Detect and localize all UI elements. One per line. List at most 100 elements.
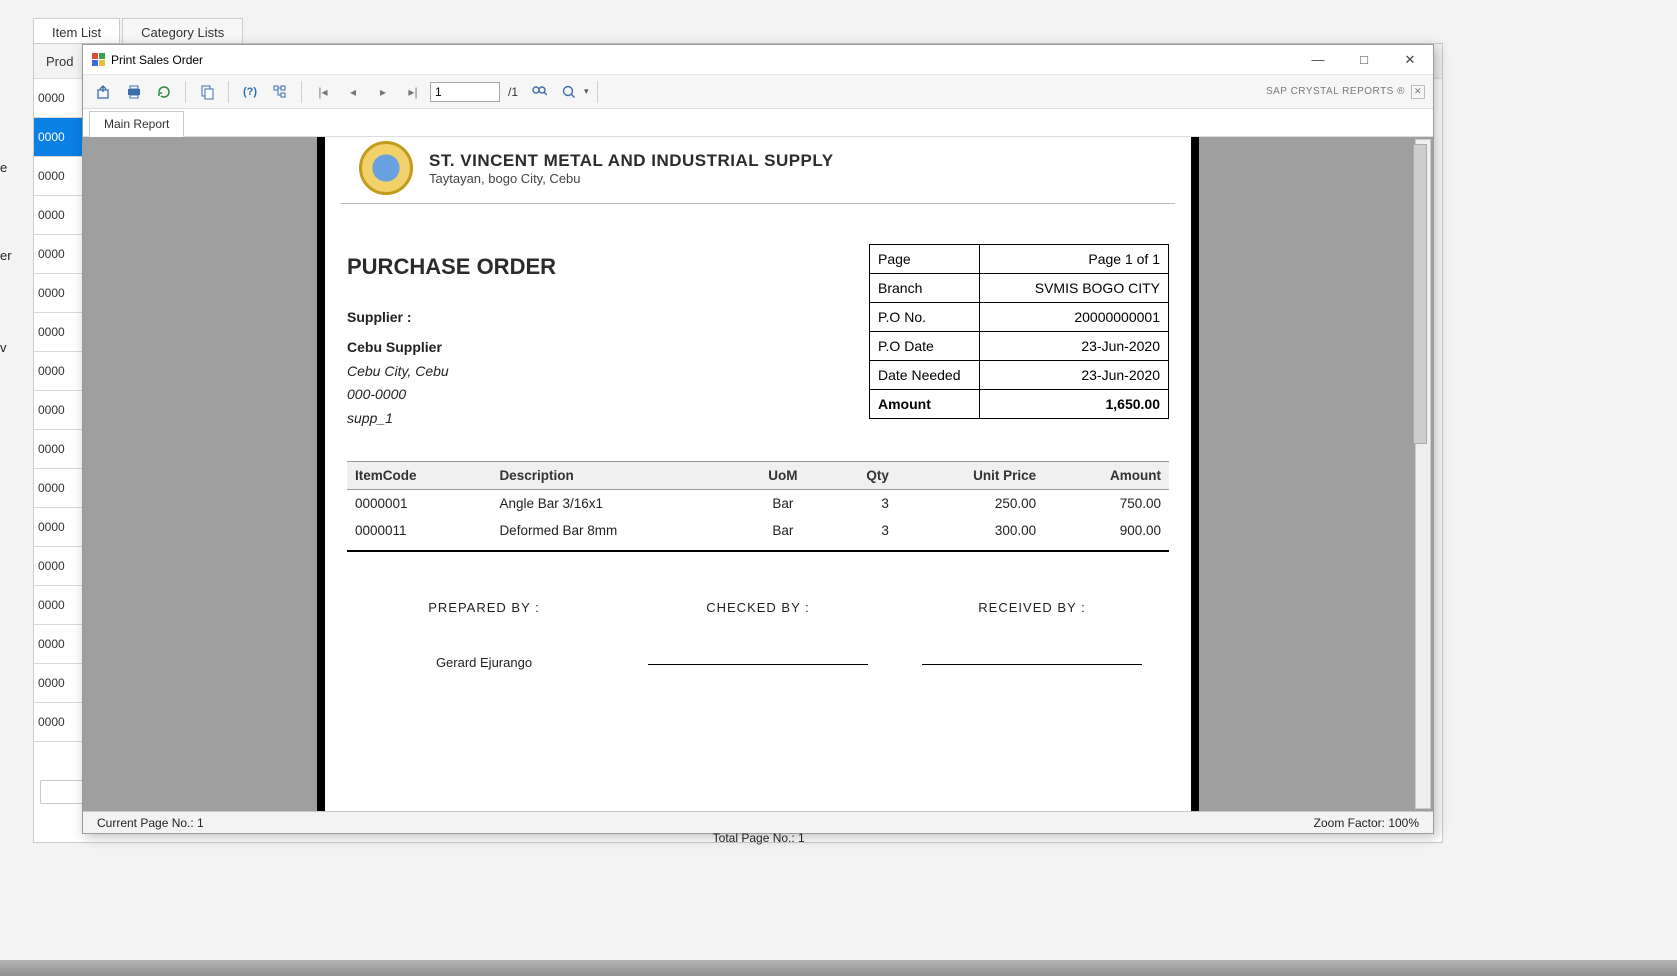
supplier-name: Cebu Supplier: [347, 336, 556, 360]
bg-grid-cell[interactable]: 0000: [34, 625, 84, 664]
bg-grid-cell[interactable]: 0000: [34, 391, 84, 430]
next-page-icon[interactable]: ▸: [370, 80, 396, 104]
item-cell: 3: [825, 517, 897, 544]
po-info-value: 23-Jun-2020: [980, 361, 1168, 389]
print-icon[interactable]: [121, 80, 147, 104]
company-name: ST. VINCENT METAL AND INDUSTRIAL SUPPLY: [429, 151, 834, 171]
vertical-scrollbar[interactable]: [1415, 139, 1431, 809]
bg-grid-cell[interactable]: 0000: [34, 547, 84, 586]
zoom-dropdown-icon[interactable]: ▾: [584, 86, 589, 97]
zoom-icon[interactable]: [556, 80, 582, 104]
item-cell: 0000001: [347, 489, 491, 517]
po-info-value: 1,650.00: [980, 390, 1168, 418]
copy-icon[interactable]: [194, 80, 220, 104]
prepared-by-name: Gerard Ejurango: [374, 655, 594, 670]
po-info-row: P.O Date23-Jun-2020: [870, 332, 1168, 361]
bg-grid-cell[interactable]: 0000: [34, 196, 84, 235]
bg-grid-cell[interactable]: 0000: [34, 430, 84, 469]
bg-grid-cell[interactable]: 0000: [34, 274, 84, 313]
status-bar: Current Page No.: 1 Total Page No.: 1 Zo…: [83, 811, 1433, 833]
received-by-line: [922, 629, 1142, 665]
checked-by-line: [648, 629, 868, 665]
item-cell: Bar: [741, 517, 825, 544]
po-info-key: P.O No.: [870, 303, 980, 331]
received-by-label: RECEIVED BY :: [922, 600, 1142, 615]
bg-grid-cell[interactable]: 0000: [34, 235, 84, 274]
bg-grid-cell[interactable]: 0000: [34, 469, 84, 508]
status-total-page: Total Page No.: 1: [699, 831, 819, 845]
item-cell: Deformed Bar 8mm: [491, 517, 740, 544]
po-info-row: Amount1,650.00: [870, 390, 1168, 418]
items-table: ItemCode Description UoM Qty Unit Price …: [347, 461, 1169, 544]
bg-grid-cell[interactable]: 0000: [34, 313, 84, 352]
col-unitprice: Unit Price: [897, 461, 1044, 489]
minimize-button[interactable]: —: [1295, 45, 1341, 75]
po-info-value: SVMIS BOGO CITY: [980, 274, 1168, 302]
item-cell: 3: [825, 489, 897, 517]
supplier-label: Supplier :: [347, 306, 556, 330]
col-amount: Amount: [1044, 461, 1169, 489]
report-viewer: ST. VINCENT METAL AND INDUSTRIAL SUPPLY …: [83, 137, 1433, 811]
item-cell: 900.00: [1044, 517, 1169, 544]
report-title: PURCHASE ORDER: [347, 254, 556, 280]
bg-fragment: er: [0, 248, 20, 263]
prev-page-icon[interactable]: ◂: [340, 80, 366, 104]
col-qty: Qty: [825, 461, 897, 489]
bg-fragment: e: [0, 160, 20, 175]
bg-grid-cell[interactable]: 0000: [34, 157, 84, 196]
po-info-key: Branch: [870, 274, 980, 302]
company-address: Taytayan, bogo City, Cebu: [429, 171, 834, 186]
item-row: 0000001Angle Bar 3/16x1Bar3250.00750.00: [347, 489, 1169, 517]
col-uom: UoM: [741, 461, 825, 489]
supplier-phone: 000-0000: [347, 383, 556, 407]
item-cell: 300.00: [897, 517, 1044, 544]
bg-tab-item-list[interactable]: Item List: [33, 18, 120, 46]
find-icon[interactable]: [526, 80, 552, 104]
export-icon[interactable]: [91, 80, 117, 104]
po-info-value: 20000000001: [980, 303, 1168, 331]
bg-grid-cell[interactable]: 0000: [34, 664, 84, 703]
po-info-key: P.O Date: [870, 332, 980, 360]
desktop-taskbar-fragment: [0, 960, 1677, 976]
po-info-key: Date Needed: [870, 361, 980, 389]
maximize-button[interactable]: □: [1341, 45, 1387, 75]
refresh-icon[interactable]: [151, 80, 177, 104]
app-icon: [91, 53, 105, 67]
page-number-input[interactable]: [430, 82, 500, 102]
checked-by-label: CHECKED BY :: [648, 600, 868, 615]
item-cell: 0000011: [347, 517, 491, 544]
tab-main-report[interactable]: Main Report: [89, 111, 184, 137]
status-zoom: Zoom Factor: 100%: [1300, 816, 1433, 830]
po-info-row: P.O No.20000000001: [870, 303, 1168, 332]
po-info-key: Page: [870, 245, 980, 273]
po-info-value: 23-Jun-2020: [980, 332, 1168, 360]
po-info-key: Amount: [870, 390, 980, 418]
report-page: ST. VINCENT METAL AND INDUSTRIAL SUPPLY …: [317, 137, 1199, 811]
item-cell: Angle Bar 3/16x1: [491, 489, 740, 517]
po-info-row: PagePage 1 of 1: [870, 245, 1168, 274]
params-icon[interactable]: (?): [237, 80, 263, 104]
panel-close-icon[interactable]: ✕: [1411, 85, 1425, 99]
bg-grid-cell[interactable]: 0000: [34, 703, 84, 742]
bg-grid-cell[interactable]: 0000: [34, 586, 84, 625]
item-cell: 250.00: [897, 489, 1044, 517]
bg-grid-cell[interactable]: 0000: [34, 118, 84, 157]
titlebar: Print Sales Order — □ ✕: [83, 45, 1433, 75]
first-page-icon[interactable]: |◂: [310, 80, 336, 104]
close-button[interactable]: ✕: [1387, 45, 1433, 75]
bg-grid-cell[interactable]: 0000: [34, 508, 84, 547]
group-tree-icon[interactable]: [267, 80, 293, 104]
bg-grid-cell[interactable]: 0000: [34, 79, 84, 118]
item-cell: 750.00: [1044, 489, 1169, 517]
last-page-icon[interactable]: ▸|: [400, 80, 426, 104]
bg-tab-category-lists[interactable]: Category Lists: [122, 18, 243, 46]
item-cell: Bar: [741, 489, 825, 517]
scrollbar-thumb[interactable]: [1413, 144, 1427, 444]
po-info-box: PagePage 1 of 1BranchSVMIS BOGO CITYP.O …: [869, 244, 1169, 419]
crystal-reports-brand: SAP CRYSTAL REPORTS ®: [1266, 86, 1405, 97]
po-info-value: Page 1 of 1: [980, 245, 1168, 273]
bg-fragment: v: [0, 340, 20, 355]
page-total-label: /1: [508, 85, 518, 99]
company-logo: [359, 141, 413, 195]
bg-grid-cell[interactable]: 0000: [34, 352, 84, 391]
